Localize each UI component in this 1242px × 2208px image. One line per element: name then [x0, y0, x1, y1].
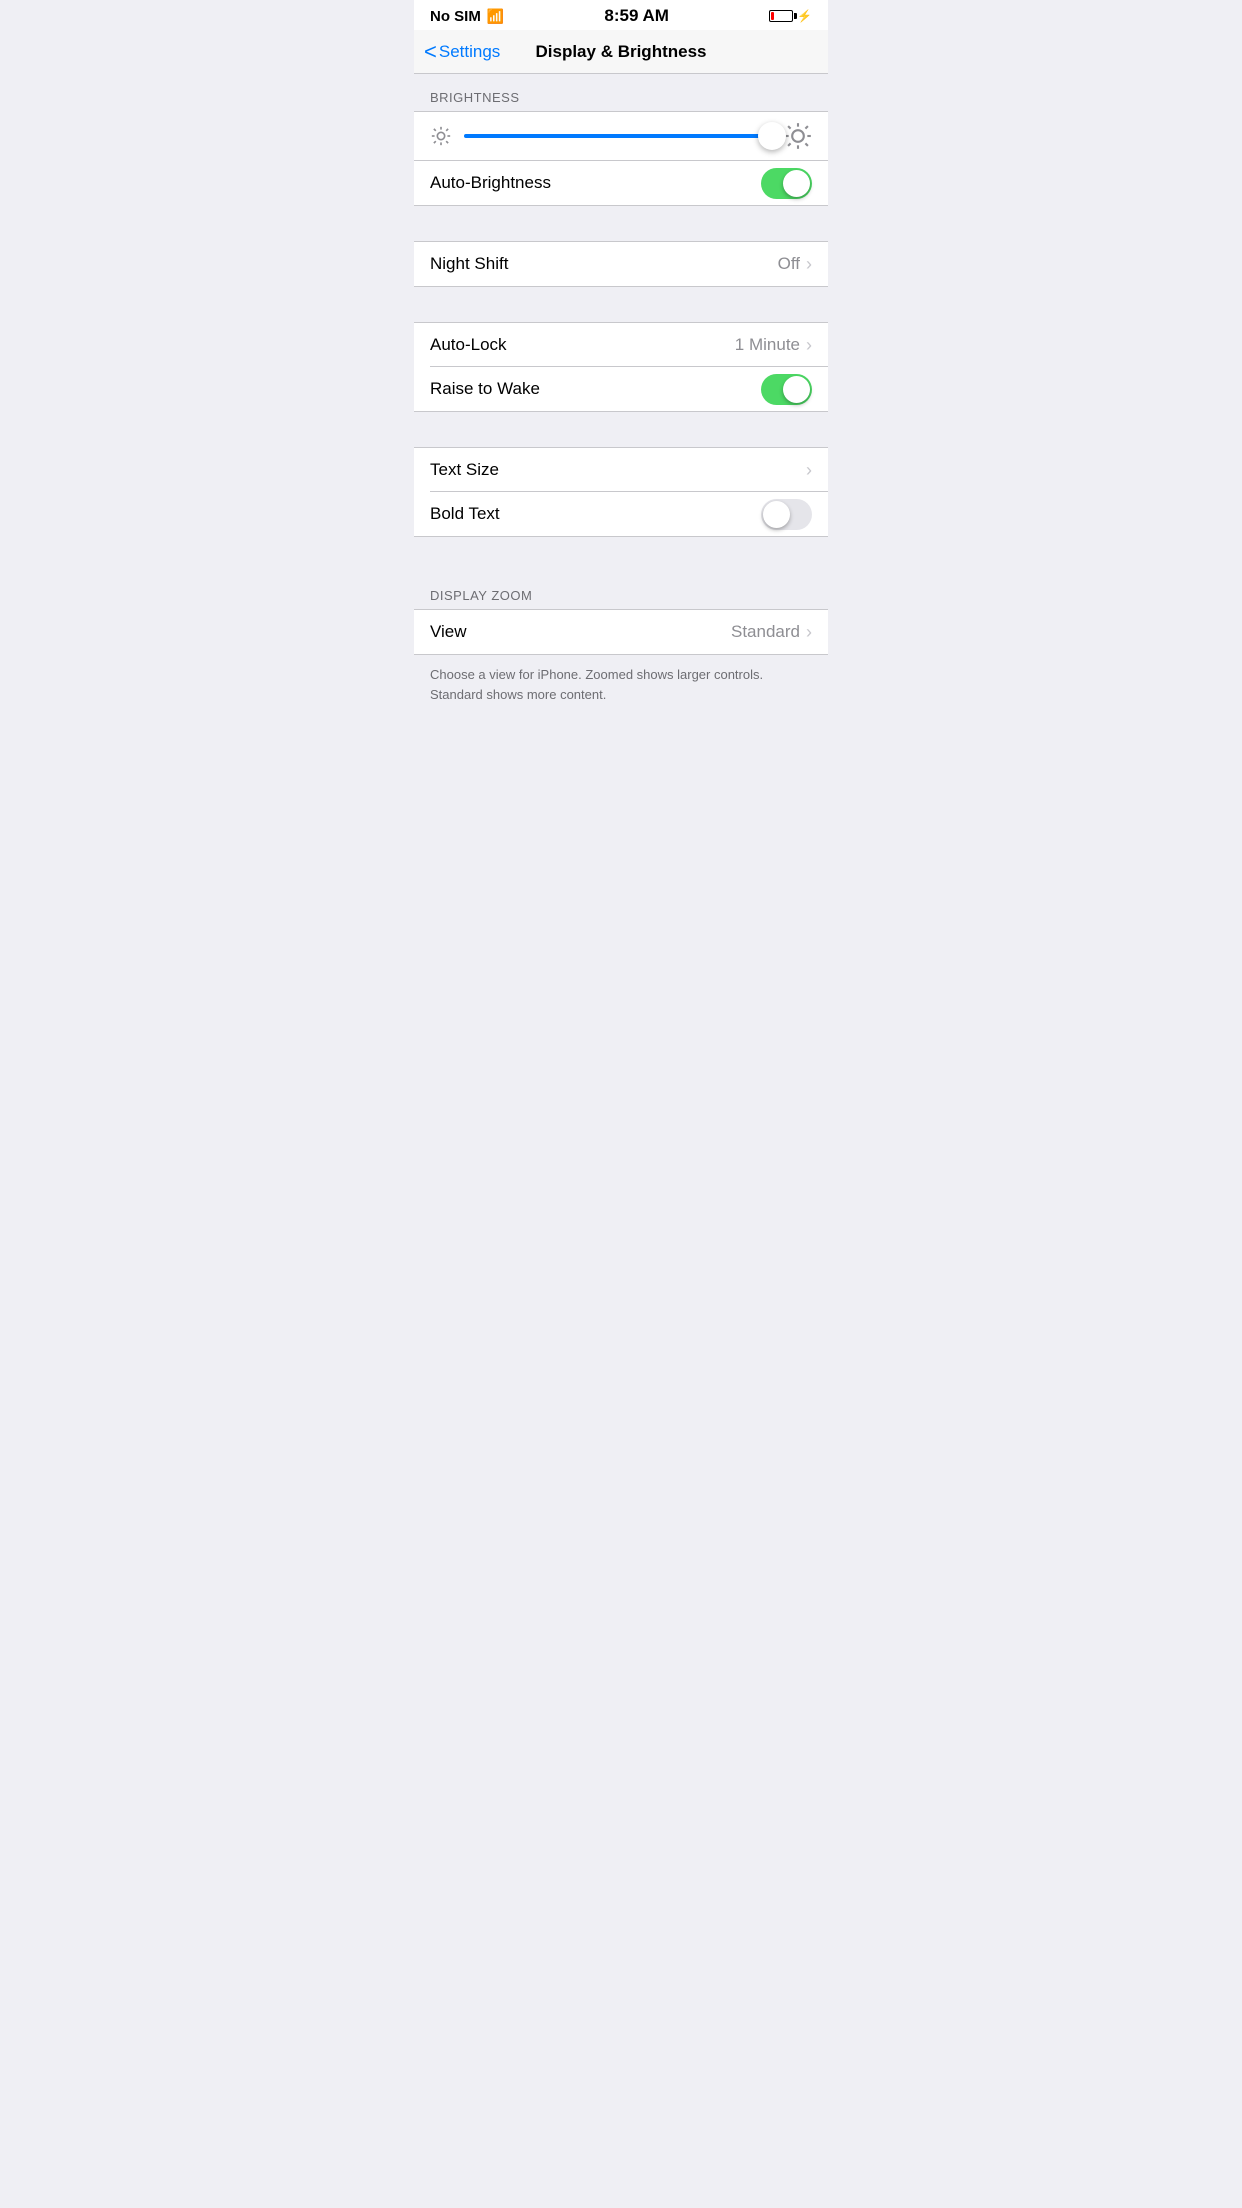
- auto-brightness-label: Auto-Brightness: [430, 173, 551, 193]
- brightness-section-header: BRIGHTNESS: [414, 74, 828, 111]
- back-button[interactable]: < Settings: [424, 41, 500, 63]
- view-value-container: Standard ›: [731, 622, 812, 643]
- bold-text-knob: [763, 501, 790, 528]
- battery-fill: [771, 12, 774, 20]
- auto-lock-value: 1 Minute: [735, 335, 800, 355]
- sun-small-icon: [430, 125, 452, 147]
- brightness-thumb[interactable]: [758, 122, 786, 150]
- spacer-3: [414, 412, 828, 447]
- night-shift-chevron-icon: ›: [806, 254, 812, 275]
- text-size-right: ›: [806, 460, 812, 481]
- view-label: View: [430, 622, 467, 642]
- spacer-2: [414, 287, 828, 322]
- auto-brightness-toggle[interactable]: [761, 168, 812, 199]
- carrier-label: No SIM: [430, 8, 481, 25]
- text-size-row[interactable]: Text Size ›: [414, 448, 828, 492]
- auto-lock-value-container: 1 Minute ›: [735, 335, 812, 356]
- status-left: No SIM 📶: [430, 8, 504, 25]
- raise-to-wake-toggle[interactable]: [761, 374, 812, 405]
- text-size-label: Text Size: [430, 460, 499, 480]
- brightness-track[interactable]: [464, 134, 772, 138]
- view-value: Standard: [731, 622, 800, 642]
- auto-lock-label: Auto-Lock: [430, 335, 507, 355]
- text-size-chevron-icon: ›: [806, 460, 812, 481]
- auto-lock-chevron-icon: ›: [806, 335, 812, 356]
- footer-note: Choose a view for iPhone. Zoomed shows l…: [414, 655, 828, 724]
- bold-text-label: Bold Text: [430, 504, 500, 524]
- auto-brightness-row[interactable]: Auto-Brightness: [414, 161, 828, 205]
- battery-indicator: [769, 10, 793, 22]
- status-time: 8:59 AM: [604, 6, 669, 26]
- spacer-4: [414, 537, 828, 572]
- battery-body: [769, 10, 793, 22]
- brightness-group: Auto-Brightness: [414, 111, 828, 206]
- display-zoom-header: DISPLAY ZOOM: [414, 572, 828, 609]
- auto-lock-row[interactable]: Auto-Lock 1 Minute ›: [414, 323, 828, 367]
- auto-brightness-knob: [783, 170, 810, 197]
- night-shift-group: Night Shift Off ›: [414, 241, 828, 287]
- status-bar: No SIM 📶 8:59 AM ⚡: [414, 0, 828, 30]
- zoom-group: View Standard ›: [414, 609, 828, 655]
- wifi-icon: 📶: [487, 8, 504, 25]
- view-row[interactable]: View Standard ›: [414, 610, 828, 654]
- back-label[interactable]: Settings: [439, 42, 500, 62]
- text-group: Text Size › Bold Text: [414, 447, 828, 537]
- bold-text-row[interactable]: Bold Text: [414, 492, 828, 536]
- page-title: Display & Brightness: [536, 42, 707, 62]
- raise-to-wake-knob: [783, 376, 810, 403]
- display-group: Auto-Lock 1 Minute › Raise to Wake: [414, 322, 828, 412]
- night-shift-value: Off: [778, 254, 800, 274]
- view-chevron-icon: ›: [806, 622, 812, 643]
- night-shift-value-container: Off ›: [778, 254, 812, 275]
- nav-bar: < Settings Display & Brightness: [414, 30, 828, 74]
- night-shift-row[interactable]: Night Shift Off ›: [414, 242, 828, 286]
- night-shift-label: Night Shift: [430, 254, 508, 274]
- sun-large-icon: [784, 122, 812, 150]
- status-right: ⚡: [769, 9, 812, 23]
- back-chevron-icon: <: [424, 41, 437, 63]
- raise-to-wake-row[interactable]: Raise to Wake: [414, 367, 828, 411]
- bold-text-toggle[interactable]: [761, 499, 812, 530]
- raise-to-wake-label: Raise to Wake: [430, 379, 540, 399]
- spacer-1: [414, 206, 828, 241]
- brightness-slider-row[interactable]: [414, 112, 828, 161]
- charging-icon: ⚡: [797, 9, 812, 23]
